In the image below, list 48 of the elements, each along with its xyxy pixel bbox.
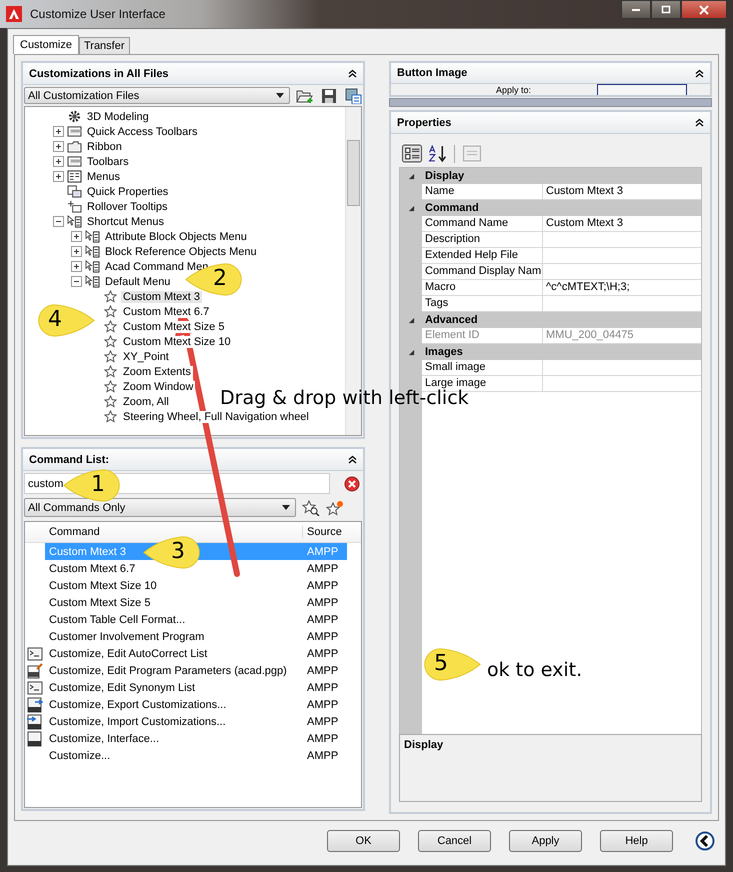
table-cell: AMPP	[307, 732, 338, 744]
table-cell: Customize, Import Customizations...	[49, 716, 226, 728]
property-name: Macro	[422, 280, 543, 295]
property-name: Small image	[422, 360, 543, 375]
table-cell: Custom Mtext 3	[49, 546, 126, 558]
property-name: Command Display Nam	[422, 264, 543, 279]
table-cell: Customize, Edit AutoCorrect List	[49, 648, 208, 660]
property-name: Description	[422, 232, 543, 247]
table-cell: AMPP	[307, 630, 338, 642]
property-name: Tags	[422, 296, 543, 311]
table-cell: AMPP	[307, 664, 338, 676]
category-label: Images	[424, 346, 463, 358]
property-name: Extended Help File	[422, 248, 543, 263]
table-cell: Customer Involvement Program	[49, 630, 204, 642]
panel-title: Button Image	[397, 67, 468, 80]
category-label: Advanced	[424, 314, 478, 326]
table-cell: AMPP	[307, 562, 338, 574]
table-cell: Custom Mtext 6.7	[49, 562, 136, 574]
property-name: Element ID	[422, 328, 543, 343]
property-name: Large image	[422, 376, 543, 391]
table-cell: Custom Mtext Size 10	[49, 580, 157, 592]
table-cell: AMPP	[307, 580, 338, 592]
table-cell: AMPP	[307, 698, 338, 710]
table-cell: AMPP	[307, 648, 338, 660]
table-cell: AMPP	[307, 614, 338, 626]
table-cell: Custom Mtext Size 5	[49, 596, 150, 608]
table-cell: Customize...	[49, 750, 110, 762]
description-title: Display	[404, 739, 444, 751]
category-label: Command	[424, 202, 479, 214]
property-name: Command Name	[422, 216, 543, 231]
window-title: Customize User Interface	[30, 7, 166, 21]
category-label: Display	[424, 170, 464, 182]
table-cell: Customize, Edit Program Parameters (acad.pgp)	[49, 664, 287, 676]
panel-title: Properties	[397, 116, 452, 128]
table-cell: AMPP	[307, 750, 338, 762]
panel-title: Command List:	[29, 454, 110, 466]
table-cell: AMPP	[307, 716, 338, 728]
table-cell: AMPP	[307, 682, 338, 694]
table-cell: AMPP	[307, 546, 338, 558]
group-label: Apply to:	[496, 85, 532, 95]
table-cell: Customize, Edit Synonym List	[49, 682, 196, 694]
table-cell: Customize, Export Customizations...	[49, 698, 226, 710]
table-cell: Customize, Interface...	[49, 732, 160, 744]
table-cell: AMPP	[307, 596, 338, 608]
property-name: Name	[422, 184, 543, 199]
table-cell: Custom Table Cell Format...	[49, 614, 186, 626]
panel-title: Customizations in All Files	[29, 68, 169, 80]
annotation-text: ok to exit.	[487, 659, 582, 681]
